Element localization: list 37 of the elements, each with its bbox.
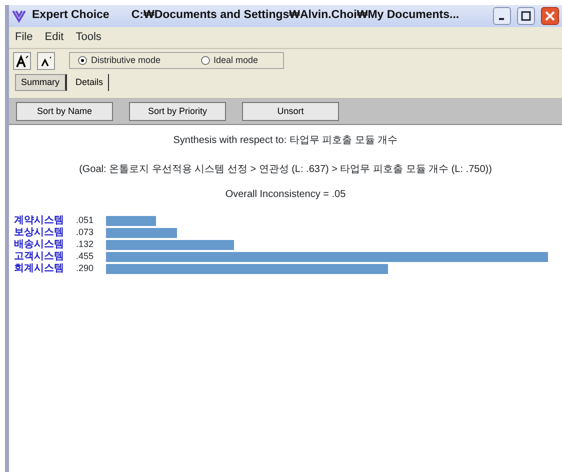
maximize-button[interactable] <box>517 7 535 25</box>
alternative-name[interactable]: 보상시스템 <box>14 228 76 238</box>
sort-button[interactable]: Sort by Name <box>16 102 113 121</box>
tab[interactable]: Details <box>70 74 110 91</box>
priority-bar <box>106 228 177 238</box>
sort-button[interactable]: Sort by Priority <box>129 102 226 121</box>
priority-bar <box>106 216 156 226</box>
priority-value: .132 <box>76 238 95 251</box>
menu-item[interactable]: Edit <box>44 29 64 46</box>
goal-path: (Goal: 온톨로지 우선적용 시스템 선정 > 연관성 (L: .637) > 타업무 피호출 모듈 개수 (L: .750)) <box>78 163 493 177</box>
priority-value: .290 <box>76 262 95 275</box>
alternative-name[interactable]: 배송시스템 <box>14 240 76 250</box>
alternative-name[interactable]: 회계시스템 <box>14 264 76 274</box>
priority-value: .051 <box>76 214 95 227</box>
alternative-name[interactable]: 계약시스템 <box>14 216 76 226</box>
font-smaller-button[interactable] <box>37 52 55 70</box>
window-title: Expert Choice <box>32 8 110 24</box>
priority-value: .455 <box>76 250 95 263</box>
file-path: C:₩Documents and Settings₩Alvin.Choi₩My Documents... <box>131 8 460 24</box>
close-icon <box>545 11 555 21</box>
maximize-icon <box>521 11 531 21</box>
tab[interactable]: Summary <box>15 74 67 91</box>
priority-value: .073 <box>76 226 95 239</box>
font-larger-button[interactable] <box>13 52 31 70</box>
mode-radio[interactable]: Distributive mode <box>78 54 161 68</box>
mode-radio[interactable]: Ideal mode <box>200 54 258 68</box>
alternative-name[interactable]: 고객시스템 <box>14 252 76 262</box>
app-logo-icon <box>12 9 26 23</box>
font-smaller-icon <box>39 54 53 68</box>
font-larger-icon <box>15 54 29 68</box>
minimize-button[interactable] <box>493 7 511 25</box>
synthesis-heading: Synthesis with respect to: 타업무 피호출 모듈 개수 <box>172 134 399 148</box>
inconsistency-text: Overall Inconsistency = .05 <box>224 188 347 202</box>
close-button[interactable] <box>541 7 559 25</box>
menu-item[interactable]: File <box>15 29 33 46</box>
menu-item[interactable]: Tools <box>76 29 102 46</box>
sort-button[interactable]: Unsort <box>242 102 339 121</box>
